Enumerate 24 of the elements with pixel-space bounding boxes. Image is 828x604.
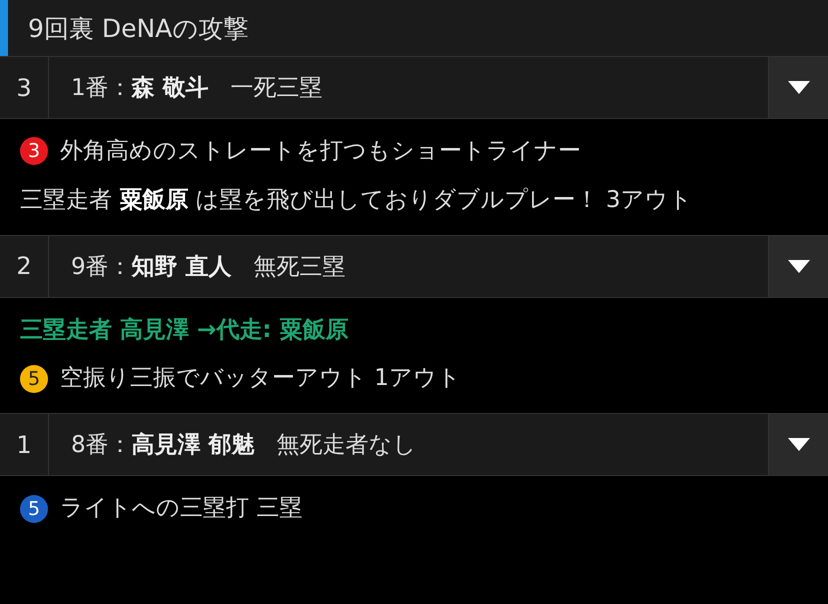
- expand-button[interactable]: [768, 236, 828, 297]
- caret-icon: [788, 260, 810, 273]
- play-text: 外角高めのストレートを打つもショートライナー: [60, 137, 581, 166]
- batter-name: 1番：森 敬斗: [71, 74, 209, 103]
- at-bat-number: 2: [0, 236, 49, 297]
- play-text: ライトへの三塁打 三塁: [60, 494, 302, 524]
- base-situation: 無死三塁: [254, 252, 346, 282]
- expand-button[interactable]: [768, 414, 828, 476]
- batter-name: 8番：高見澤 郁魅: [71, 431, 255, 460]
- count-badge: 5: [20, 494, 48, 523]
- inning-title: 9回裏 DeNAの攻撃: [28, 12, 248, 44]
- count-badge: 5: [20, 364, 48, 393]
- batter-name: 9番：知野 直人: [71, 252, 232, 282]
- play-text: 三塁走者 粟飯原 は塁を飛び出しておりダブルプレー！ 3アウト: [20, 186, 694, 215]
- at-bat-number: 1: [0, 414, 49, 476]
- base-situation: 一死三塁: [230, 74, 323, 103]
- count-badge: 3: [20, 137, 48, 166]
- caret-icon: [788, 438, 810, 452]
- play-text: 空振り三振でバッターアウト 1アウト: [60, 364, 461, 394]
- base-situation: 無死走者なし: [276, 431, 417, 460]
- at-bat-number: 3: [0, 57, 49, 118]
- expand-button[interactable]: [768, 57, 828, 118]
- substitution-text: 三塁走者 高見澤 →代走: 粟飯原: [20, 316, 350, 345]
- caret-icon: [788, 81, 810, 94]
